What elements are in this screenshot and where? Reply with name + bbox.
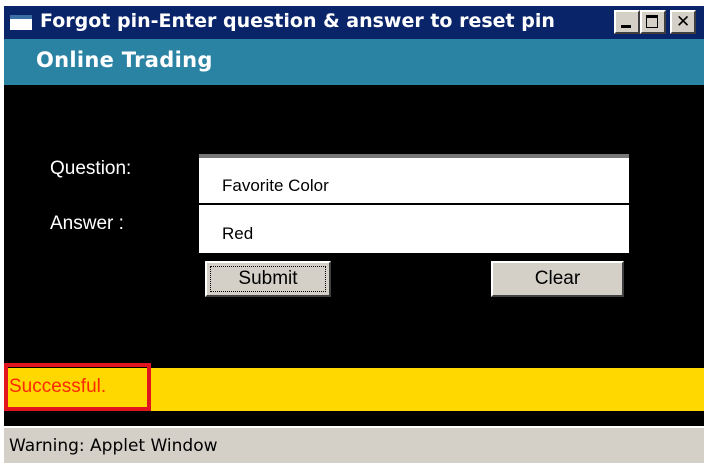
focus-ring — [210, 266, 326, 292]
applet-warning-text: Warning: Applet Window — [9, 436, 218, 456]
window-icon — [10, 15, 32, 30]
applet-window: Forgot pin-Enter question & answer to re… — [4, 6, 704, 463]
answer-label: Answer : — [50, 213, 124, 234]
status-highlight-box — [4, 363, 151, 411]
applet-warning-bar: Warning: Applet Window — [4, 426, 704, 463]
maximize-button[interactable] — [640, 10, 666, 34]
close-button[interactable]: ✕ — [670, 10, 696, 34]
question-label: Question: — [50, 158, 132, 179]
minimize-button[interactable] — [614, 10, 640, 34]
window-title: Forgot pin-Enter question & answer to re… — [40, 10, 555, 32]
answer-field[interactable]: Red — [199, 205, 629, 253]
app-name: Online Trading — [36, 48, 213, 72]
clear-button[interactable]: Clear — [491, 261, 624, 297]
title-bar[interactable]: Forgot pin-Enter question & answer to re… — [4, 6, 704, 39]
app-header: Online Trading — [4, 39, 704, 85]
question-field[interactable]: Favorite Color — [199, 154, 629, 203]
clear-button-label: Clear — [534, 268, 581, 289]
submit-button[interactable]: Submit — [205, 261, 331, 297]
close-icon: ✕ — [676, 12, 691, 32]
